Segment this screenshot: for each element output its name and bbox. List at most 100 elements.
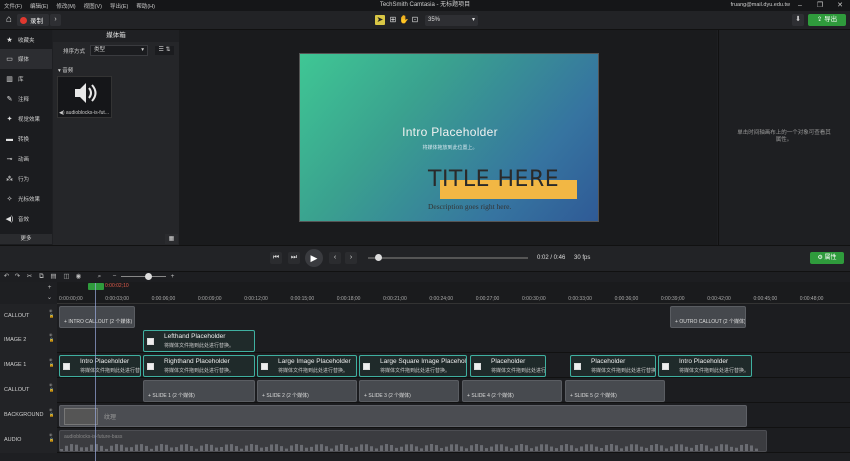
- select-tool-icon[interactable]: ➤: [375, 15, 385, 25]
- track-controls-icon[interactable]: ◉ 🔒: [49, 332, 56, 342]
- description-text[interactable]: Description goes right here.: [428, 202, 511, 211]
- clip-label: 纹理: [104, 415, 117, 421]
- record-button[interactable]: 录制: [17, 14, 49, 26]
- minimize-icon[interactable]: –: [790, 0, 810, 11]
- frame-back-icon[interactable]: ⏭: [288, 252, 300, 264]
- menu-help[interactable]: 帮助(H): [132, 2, 159, 10]
- sidebar-item-audio-effects[interactable]: ◀) 音效: [0, 209, 52, 229]
- download-icon[interactable]: ⬇: [792, 14, 804, 26]
- chevron-down-icon: ▾: [141, 47, 144, 53]
- image1-clip[interactable]: Large Square Image Placeholder 将媒体文件拖到此处进…: [359, 355, 467, 377]
- clip-subtitle: 将媒体文件拖到此处进行替换。: [380, 368, 451, 374]
- canvas-slide[interactable]: Intro Placeholder 将媒体拖放到此位置上。 TITLE HERE…: [299, 53, 599, 222]
- image1-clip[interactable]: Righthand Placeholder 将媒体文件拖到此处进行替换。: [143, 355, 255, 377]
- outro-callout-clip[interactable]: + OUTRO CALLOUT (2 个媒体): [670, 306, 746, 328]
- image1-clip[interactable]: Placeholder 将媒体文件拖到此处进行替换。: [570, 355, 656, 377]
- sidebar-item-library[interactable]: ▥ 库: [0, 69, 52, 89]
- record-options-button[interactable]: ›: [50, 14, 61, 26]
- big-title[interactable]: TITLE HERE: [428, 167, 559, 192]
- image1-clip[interactable]: Placeholder 将媒体文件拖到此处进行替换。: [470, 355, 546, 377]
- clip-label: + SLIDE 1 (2 个媒体): [148, 393, 195, 399]
- media-bin-panel: [53, 30, 179, 245]
- next-icon[interactable]: ›: [345, 252, 357, 264]
- track-controls-icon[interactable]: ◉ 🔒: [49, 382, 56, 392]
- menu-file[interactable]: 文件(F): [0, 2, 26, 10]
- image1-clip[interactable]: Intro Placeholder 将媒体文件拖到此处进行替换。: [59, 355, 141, 377]
- sidebar-item-label: 媒体: [18, 57, 30, 63]
- slide-callout-clip[interactable]: + SLIDE 2 (2 个媒体): [257, 380, 357, 402]
- sidebar-item-behaviors[interactable]: ⁂ 行为: [0, 169, 52, 189]
- background-clip[interactable]: 纹理: [59, 405, 747, 427]
- properties-button[interactable]: ⚙ 属性: [810, 252, 844, 264]
- multi-select-tool-icon[interactable]: ⊞: [388, 15, 398, 25]
- previous-icon[interactable]: ‹: [329, 252, 341, 264]
- track-controls-icon[interactable]: ◉ 🔒: [49, 407, 56, 417]
- ruler-tick: 0:00:00;00: [59, 296, 83, 302]
- undo-icon[interactable]: ↶: [2, 272, 11, 281]
- zoom-out-icon[interactable]: −: [110, 272, 119, 281]
- slide-callout-clip[interactable]: + SLIDE 1 (2 个媒体): [143, 380, 255, 402]
- image1-clip[interactable]: Intro Placeholder 将媒体文件拖到此处进行替换。: [658, 355, 752, 377]
- scrub-bar[interactable]: [368, 257, 528, 259]
- slide-callout-clip[interactable]: + SLIDE 4 (2 个媒体): [462, 380, 562, 402]
- snapshot-icon[interactable]: ◉: [74, 272, 83, 281]
- maximize-icon[interactable]: ❐: [810, 0, 830, 11]
- sidebar-item-cursor-effects[interactable]: ✧ 光标效果: [0, 189, 52, 209]
- paste-icon[interactable]: ▤: [49, 272, 58, 281]
- pan-tool-icon[interactable]: ✋: [399, 15, 409, 25]
- audio-clip[interactable]: audioblocks-is-future-bass: [59, 430, 767, 452]
- zoom-select[interactable]: 35% ▾: [425, 15, 478, 26]
- view-toggle[interactable]: ☰ ⇅: [155, 46, 174, 55]
- timeline-zoom-knob[interactable]: [145, 273, 152, 280]
- zoom-icon[interactable]: ⌕: [95, 272, 104, 281]
- grid-view-icon[interactable]: ▦: [165, 234, 178, 244]
- sidebar-item-label: 注释: [18, 97, 30, 103]
- sidebar-item-animations[interactable]: ⊸ 动画: [0, 149, 52, 169]
- menu-edit[interactable]: 编辑(E): [26, 2, 52, 10]
- menu-modify[interactable]: 修改(M): [52, 2, 79, 10]
- close-icon[interactable]: ✕: [830, 0, 850, 11]
- playhead-handle[interactable]: [88, 283, 104, 290]
- track-image-2[interactable]: IMAGE 2 ◉ 🔒: [0, 328, 850, 353]
- copy-icon[interactable]: ⧉: [37, 272, 46, 281]
- playhead-line[interactable]: [95, 283, 96, 461]
- ruler-tick: 0:00:21;00: [383, 296, 407, 302]
- clip-title: Righthand Placeholder: [164, 358, 230, 365]
- split-icon[interactable]: ◫: [62, 272, 71, 281]
- sidebar-item-visual-effects[interactable]: ✦ 视觉效果: [0, 109, 52, 129]
- intro-callout-clip[interactable]: + INTRO CALLOUT (2 个媒体): [59, 306, 135, 328]
- track-controls-icon[interactable]: ◉ 🔒: [49, 308, 56, 318]
- play-button[interactable]: ▶: [305, 249, 323, 267]
- sort-select[interactable]: 类型 ▾: [90, 45, 148, 56]
- sidebar-item-annotations[interactable]: ✎ 注释: [0, 89, 52, 109]
- clip-title: Placeholder: [491, 358, 526, 365]
- collapse-tracks-icon[interactable]: ⌄: [45, 293, 54, 302]
- step-back-icon[interactable]: ⏮: [270, 252, 282, 264]
- sidebar-item-media[interactable]: ▭ 媒体: [0, 49, 52, 69]
- add-track-icon[interactable]: +: [45, 283, 54, 292]
- sidebar-item-favorites[interactable]: ★ 收藏夹: [0, 30, 52, 50]
- track-controls-icon[interactable]: ◉ 🔒: [49, 357, 56, 367]
- menu-view[interactable]: 视图(V): [80, 2, 106, 10]
- crop-tool-icon[interactable]: ⊡: [410, 15, 420, 25]
- menu-export[interactable]: 导出(E): [106, 2, 132, 10]
- slide-callout-clip[interactable]: + SLIDE 5 (2 个媒体): [565, 380, 665, 402]
- cut-icon[interactable]: ✂: [25, 272, 34, 281]
- sidebar-item-transitions[interactable]: ▬ 转换: [0, 129, 52, 149]
- redo-icon[interactable]: ↷: [13, 272, 22, 281]
- home-icon[interactable]: ⌂: [3, 14, 15, 26]
- image1-clip[interactable]: Large Image Placeholder 将媒体文件拖到此处进行替换。: [257, 355, 357, 377]
- more-button[interactable]: 更多: [0, 234, 52, 244]
- image2-clip[interactable]: Lefthand Placeholder 将媒体文件拖到此处进行替换。: [143, 330, 255, 352]
- export-button[interactable]: ⇪ 导出: [808, 14, 846, 26]
- zoom-in-icon[interactable]: +: [168, 272, 177, 281]
- sidebar-item-label: 行为: [18, 177, 30, 183]
- timeline-ruler[interactable]: 0:00:00;00 0:00:03;00 0:00:06;00 0:00:09;00…: [57, 282, 850, 304]
- intro-title[interactable]: Intro Placeholder: [300, 125, 600, 139]
- timeline-zoom-slider[interactable]: [121, 276, 166, 277]
- audio-section-header[interactable]: ▾ 音频: [58, 66, 73, 74]
- scrub-handle[interactable]: [375, 254, 382, 261]
- account-email[interactable]: fruang@mail.dyu.edu.tw: [731, 0, 790, 11]
- track-controls-icon[interactable]: ◉ 🔒: [49, 432, 56, 442]
- slide-callout-clip[interactable]: + SLIDE 3 (2 个媒体): [359, 380, 459, 402]
